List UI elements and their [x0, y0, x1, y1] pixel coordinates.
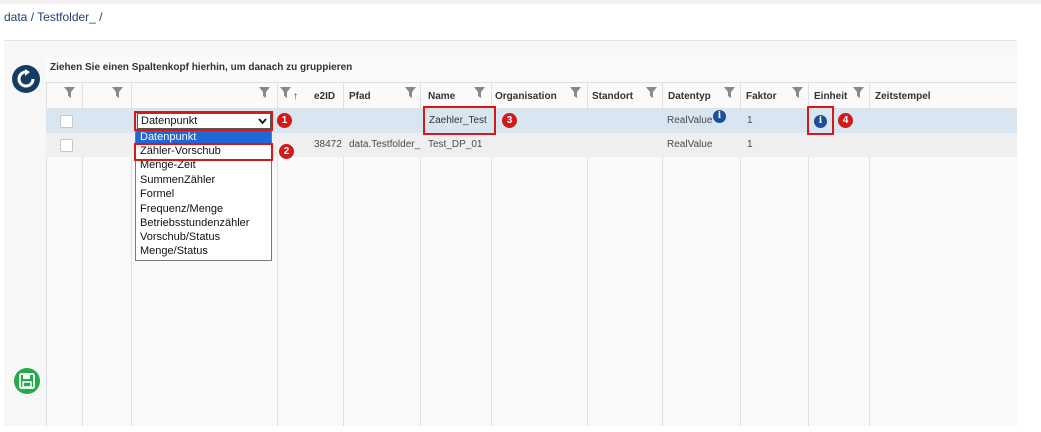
filter-icon[interactable]	[259, 87, 273, 101]
breadcrumb[interactable]: data / Testfolder_ /	[4, 10, 103, 24]
filter-icon[interactable]	[792, 87, 806, 101]
filter-icon[interactable]	[724, 87, 738, 101]
filter-icon[interactable]	[280, 87, 294, 101]
cell-faktor[interactable]: 1	[747, 115, 753, 126]
callout-badge-2: 2	[279, 144, 294, 159]
callout-box-1	[134, 111, 273, 131]
type-option[interactable]: Formel	[136, 187, 271, 201]
callout-box-3	[423, 106, 496, 135]
row-checkbox[interactable]	[60, 139, 73, 152]
type-option[interactable]: Menge/Status	[136, 244, 271, 258]
callout-box-4	[807, 106, 834, 135]
type-option[interactable]: Datenpunkt	[136, 130, 271, 144]
top-divider	[0, 0, 1041, 4]
cell-datentyp[interactable]: RealValue	[667, 115, 712, 126]
column-header-name[interactable]: Name	[428, 91, 455, 102]
filter-icon[interactable]	[64, 87, 78, 101]
column-header-faktor[interactable]: Faktor	[746, 91, 777, 102]
cell-faktor: 1	[747, 139, 753, 150]
cell-name: Test_DP_01	[428, 139, 483, 150]
row-checkbox[interactable]	[60, 115, 73, 128]
type-option[interactable]: Betriebsstundenzähler	[136, 216, 271, 230]
data-grid: Ziehen Sie einen Spaltenkopf hierhin, um…	[46, 57, 1017, 426]
cell-e2id: 38472	[314, 139, 342, 150]
column-header-pfad[interactable]: Pfad	[349, 91, 371, 102]
type-option[interactable]: SummenZähler	[136, 173, 271, 187]
cell-pfad: data.Testfolder_	[349, 139, 421, 150]
save-button[interactable]	[14, 368, 40, 394]
top-bar: data / Testfolder_ /	[0, 0, 1041, 32]
type-option[interactable]: Vorschub/Status	[136, 230, 271, 244]
cell-datentyp: RealValue	[667, 139, 713, 150]
column-header-zeitstempel[interactable]: Zeitstempel	[875, 91, 931, 102]
column-header-e2id[interactable]: e2ID	[314, 91, 335, 102]
group-drop-zone[interactable]: Ziehen Sie einen Spaltenkopf hierhin, um…	[50, 62, 352, 73]
refresh-button[interactable]	[12, 65, 40, 93]
filter-icon[interactable]	[474, 87, 488, 101]
column-header-einheit[interactable]: Einheit	[814, 91, 847, 102]
filter-icon[interactable]	[646, 87, 660, 101]
column-header-datentyp[interactable]: Datentyp	[668, 91, 711, 102]
callout-badge-1: 1	[277, 113, 292, 128]
column-header-organisation[interactable]: Organisation	[495, 91, 557, 102]
sort-ascending-icon[interactable]: ↑	[293, 91, 298, 102]
filter-icon[interactable]	[570, 87, 584, 101]
type-option[interactable]: Frequenz/Menge	[136, 202, 271, 216]
refresh-icon	[17, 69, 35, 88]
filter-icon[interactable]	[853, 87, 867, 101]
callout-badge-4: 4	[838, 113, 853, 128]
header-top-border	[46, 82, 1017, 83]
callout-box-2	[134, 143, 273, 161]
info-icon[interactable]: i	[713, 110, 726, 123]
callout-badge-3: 3	[502, 113, 517, 128]
column-header-standort[interactable]: Standort	[592, 91, 633, 102]
filter-icon[interactable]	[405, 87, 419, 101]
filter-icon[interactable]	[112, 87, 126, 101]
save-icon	[19, 373, 35, 389]
